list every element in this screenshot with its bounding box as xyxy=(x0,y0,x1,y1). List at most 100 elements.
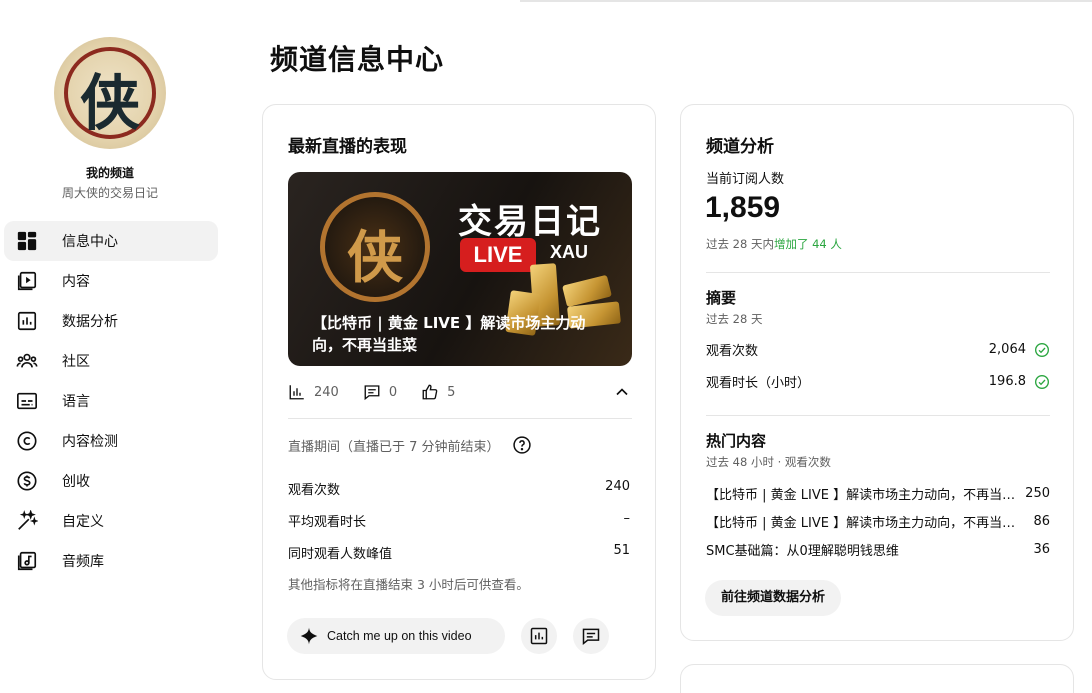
sidebar-item-community[interactable]: 社区 xyxy=(4,341,218,381)
top-content-title-text: 【比特币 | 黄金 LIVE 】解读市场主力动向，不再当韭菜 xyxy=(706,488,1016,503)
live-period-text: 直播期间（直播已于 7 分钟前结束） xyxy=(288,439,500,455)
sidebar-item-label: 音频库 xyxy=(62,554,104,570)
sidebar-item-label: 数据分析 xyxy=(62,314,118,330)
sidebar-item-audio-library[interactable]: 音频库 xyxy=(4,541,218,581)
sidebar: 侠 我的频道 周大侠的交易日记 信息中心 内容 数据分析 社区 语言 内容检测 … xyxy=(0,0,230,693)
thumbnail-emblem-glyph: 侠 xyxy=(347,225,403,291)
metric-value: 51 xyxy=(613,543,630,558)
channel-avatar[interactable]: 侠 xyxy=(54,37,166,149)
comment-icon xyxy=(582,628,600,646)
metric-row: 同时观看人数峰值 51 xyxy=(288,543,630,562)
catch-me-up-label: Catch me up on this video xyxy=(327,629,472,643)
catch-me-up-button[interactable]: Catch me up on this video xyxy=(287,618,505,654)
copyright-icon xyxy=(16,430,38,452)
analytics-icon xyxy=(530,627,548,645)
dashboard-icon xyxy=(16,230,38,252)
video-comments-button[interactable] xyxy=(573,618,609,654)
sidebar-item-copyright[interactable]: 内容检测 xyxy=(4,421,218,461)
top-content-title: 热门内容 xyxy=(706,432,767,450)
comment-icon xyxy=(364,385,380,401)
metric-row: 平均观看时长 – xyxy=(288,511,630,530)
go-to-channel-analytics-button[interactable]: 前往频道数据分析 xyxy=(705,580,842,616)
sparkle-icon xyxy=(300,627,318,645)
sidebar-item-dashboard[interactable]: 信息中心 xyxy=(4,221,218,261)
divider xyxy=(706,272,1050,273)
top-content-views: 250 xyxy=(1025,486,1050,501)
sidebar-item-label: 社区 xyxy=(62,354,90,370)
card-title: 最新直播的表现 xyxy=(288,137,407,157)
subtitles-icon xyxy=(16,390,38,412)
card-title: 频道分析 xyxy=(706,137,774,157)
metric-label: 观看次数 xyxy=(288,483,341,498)
bar-chart-icon xyxy=(289,385,304,400)
analytics-icon xyxy=(16,310,38,332)
top-content-views: 36 xyxy=(1033,542,1050,557)
page-title: 频道信息中心 xyxy=(270,43,445,76)
channel-analytics-card: 频道分析 当前订阅人数 1,859 过去 28 天内增加了 44 人 摘要 过去… xyxy=(680,104,1074,641)
summary-value-wrap: 2,064 xyxy=(989,342,1050,358)
top-content-title-text: SMC基础篇：从0理解聪明钱思维 xyxy=(706,544,899,559)
sidebar-nav: 信息中心 内容 数据分析 社区 语言 内容检测 创收 自定义 音频库 xyxy=(4,221,218,581)
help-icon[interactable] xyxy=(512,435,532,455)
summary-value: 196.8 xyxy=(988,374,1026,389)
summary-label: 观看次数 xyxy=(706,344,759,359)
sidebar-item-content[interactable]: 内容 xyxy=(4,261,218,301)
growth-value: 增加了 44 人 xyxy=(773,237,842,251)
sidebar-item-customization[interactable]: 自定义 xyxy=(4,501,218,541)
live-badge: LIVE xyxy=(460,238,536,272)
summary-row: 观看时长（小时） 196.8 xyxy=(706,372,1050,391)
metric-row: 观看次数 240 xyxy=(288,479,630,498)
video-analytics-button[interactable] xyxy=(521,618,557,654)
sidebar-item-label: 语言 xyxy=(62,394,90,410)
comments-count: 0 xyxy=(388,384,398,400)
sidebar-item-label: 内容检测 xyxy=(62,434,118,450)
likes-stat: 5 xyxy=(421,383,455,401)
top-content-views: 86 xyxy=(1033,514,1050,529)
check-circle-icon xyxy=(1035,374,1049,389)
metrics-note: 其他指标将在直播结束 3 小时后可供查看。 xyxy=(288,577,529,592)
growth-prefix: 过去 28 天内 xyxy=(706,237,774,251)
community-icon xyxy=(16,350,38,372)
monetization-icon xyxy=(16,470,38,492)
metric-label: 同时观看人数峰值 xyxy=(288,547,393,562)
customization-icon xyxy=(16,510,38,532)
metric-value: – xyxy=(623,511,631,526)
summary-value-wrap: 196.8 xyxy=(989,374,1050,390)
chevron-up-icon[interactable] xyxy=(612,382,632,402)
summary-value: 2,064 xyxy=(988,342,1026,357)
top-content-row[interactable]: 【比特币 | 黄金 LIVE 】解读市场主力动向，不再当韭菜 250 xyxy=(706,484,1050,503)
thumbs-up-icon xyxy=(422,384,438,400)
top-content-title-text: 【比特币 | 黄金 LIVE 】解读市场主力动向，不再当韭菜 xyxy=(706,516,1016,531)
subscribers-label: 当前订阅人数 xyxy=(706,172,785,187)
subscriber-count: 1,859 xyxy=(705,191,781,224)
next-card xyxy=(680,664,1074,693)
metric-label: 平均观看时长 xyxy=(288,515,367,530)
divider xyxy=(706,415,1050,416)
channel-handle: 周大侠的交易日记 xyxy=(61,186,158,200)
sidebar-item-monetization[interactable]: 创收 xyxy=(4,461,218,501)
latest-live-card: 最新直播的表现 侠 交易日记 LIVE XAU 【比特币 | 黄金 LIVE 】… xyxy=(262,104,656,680)
divider xyxy=(288,418,632,419)
thumbnail-emblem: 侠 xyxy=(320,192,430,302)
summary-label: 观看时长（小时） xyxy=(706,376,811,391)
summary-title: 摘要 xyxy=(706,289,737,307)
sidebar-item-subtitles[interactable]: 语言 xyxy=(4,381,218,421)
views-count: 240 xyxy=(314,384,339,400)
live-thumbnail[interactable]: 侠 交易日记 LIVE XAU 【比特币 | 黄金 LIVE 】解读市场主力动向… xyxy=(288,172,632,366)
video-stats-row: 240 0 5 xyxy=(288,382,632,402)
live-period: 直播期间（直播已于 7 分钟前结束） xyxy=(288,435,532,455)
summary-period: 过去 28 天 xyxy=(706,312,763,326)
thumbnail-caption: 【比特币 | 黄金 LIVE 】解读市场主力动向，不再当韭菜 xyxy=(312,314,586,354)
sidebar-item-analytics[interactable]: 数据分析 xyxy=(4,301,218,341)
sidebar-item-label: 自定义 xyxy=(62,514,104,530)
check-circle-icon xyxy=(1035,342,1049,357)
sidebar-item-label: 信息中心 xyxy=(62,234,118,250)
audio-library-icon xyxy=(16,550,38,572)
avatar-logo-glyph: 侠 xyxy=(80,69,140,139)
top-content-row[interactable]: 【比特币 | 黄金 LIVE 】解读市场主力动向，不再当韭菜 86 xyxy=(706,512,1050,531)
likes-count: 5 xyxy=(447,384,456,400)
top-content-row[interactable]: SMC基础篇：从0理解聪明钱思维 36 xyxy=(706,540,1050,559)
views-stat: 240 xyxy=(288,383,339,401)
thumbnail-tag: XAU xyxy=(550,242,589,262)
thumbnail-brand: 交易日记 xyxy=(458,202,602,242)
